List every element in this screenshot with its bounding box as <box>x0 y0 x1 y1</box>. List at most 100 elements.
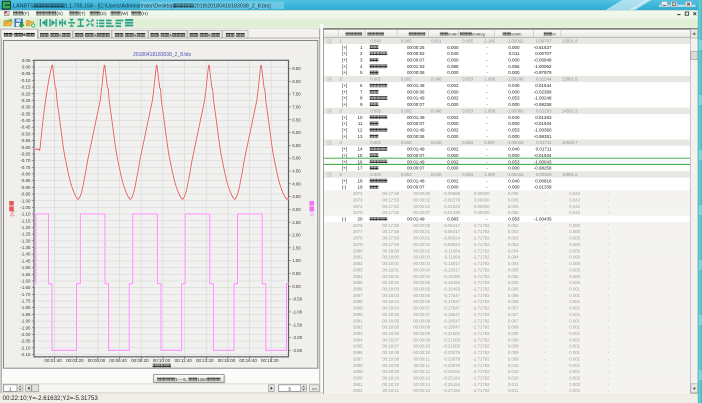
svg-text:2899: 2899 <box>353 369 363 374</box>
svg-text:0.000: 0.000 <box>508 134 520 139</box>
svg-text:0.01711: 0.01711 <box>536 140 552 145</box>
svg-text:-1.25: -1.25 <box>20 232 31 237</box>
svg-text:0.00818: 0.00818 <box>535 178 552 183</box>
svg-text:-2.71792: -2.71792 <box>473 312 491 317</box>
svg-text:-2.00: -2.00 <box>20 332 31 337</box>
svg-text:0.040: 0.040 <box>431 108 442 113</box>
svg-text:00:11:40: 00:11:40 <box>175 358 193 363</box>
svg-text:-0.23079: -0.23079 <box>443 350 461 355</box>
svg-text:0.002: 0.002 <box>447 115 459 120</box>
svg-text:2883: 2883 <box>353 267 363 272</box>
svg-text:-1.00043: -1.00043 <box>507 140 525 145</box>
svg-text:00:00:25: 00:00:25 <box>407 45 425 50</box>
svg-text:1.008: 1.008 <box>484 108 495 113</box>
svg-text:-0.50: -0.50 <box>292 297 303 302</box>
svg-text:-0.30: -0.30 <box>20 105 31 110</box>
svg-text:[+]: [+] <box>342 102 347 107</box>
svg-text:[-]: [-] <box>328 108 332 113</box>
svg-text:13: 13 <box>357 134 363 139</box>
svg-text:0.004: 0.004 <box>508 261 519 266</box>
svg-text:0.009: 0.009 <box>508 356 519 361</box>
svg-text:-2.71792: -2.71792 <box>473 337 491 342</box>
svg-text:1.1.705.158 - [C:\Users\Admini: 1.1.705.158 - [C:\Users\Administrator\De… <box>65 4 176 10</box>
svg-text:[-]: [-] <box>328 38 332 43</box>
svg-text:-0.98258: -0.98258 <box>534 166 552 171</box>
svg-text:00:10:00: 00:10:00 <box>153 358 171 363</box>
svg-text:-0.01934: -0.01934 <box>534 153 552 158</box>
svg-text:-1.00: -1.00 <box>292 309 303 314</box>
svg-text:0.011: 0.011 <box>508 388 519 393</box>
svg-text:-0.01023: -0.01023 <box>443 204 461 209</box>
svg-text:0.007: 0.007 <box>508 312 519 317</box>
svg-text:0.01711: 0.01711 <box>536 147 552 152</box>
svg-text:0.011: 0.011 <box>431 38 442 43</box>
svg-text:0.001: 0.001 <box>569 306 580 311</box>
svg-text:0.040: 0.040 <box>431 140 442 145</box>
svg-text:0.010: 0.010 <box>508 376 519 381</box>
svg-text:-0.25164: -0.25164 <box>443 376 461 381</box>
svg-text:-0.98351: -0.98351 <box>534 134 552 139</box>
svg-text:-0.08624: -0.08624 <box>443 236 461 241</box>
svg-text:00:01:49: 00:01:49 <box>407 127 425 132</box>
svg-text:-1.90: -1.90 <box>20 319 31 324</box>
svg-text:-1.45: -1.45 <box>20 258 31 263</box>
svg-text:0.009: 0.009 <box>508 344 519 349</box>
svg-text:00:17:50: 00:17:50 <box>382 197 399 202</box>
svg-text:[+]: [+] <box>342 45 347 50</box>
svg-text:0.002: 0.002 <box>569 382 580 387</box>
svg-text:00:18:11: 00:18:11 <box>383 388 400 393</box>
svg-text:0.042: 0.042 <box>569 204 580 209</box>
svg-text:-0.97979: -0.97979 <box>534 70 552 75</box>
svg-text:1----5,: 1----5, <box>175 377 187 382</box>
svg-text:-2.71792: -2.71792 <box>473 280 491 285</box>
svg-text:00:00:07: 00:00:07 <box>413 306 430 311</box>
svg-text:0.000: 0.000 <box>508 153 520 158</box>
svg-text:-0.00949: -0.00949 <box>534 58 552 63</box>
svg-text:11: 11 <box>358 121 363 126</box>
svg-text:0.008: 0.008 <box>508 331 519 336</box>
svg-text:-2.71792: -2.71792 <box>473 369 491 374</box>
svg-text:00:18:09: 00:18:09 <box>382 363 399 368</box>
svg-text:-0.35: -0.35 <box>20 111 31 116</box>
svg-text:0.005: 0.005 <box>508 204 519 209</box>
svg-text:0.00000: 0.00000 <box>474 197 490 202</box>
svg-text:10861.6: 10861.6 <box>562 172 578 177</box>
svg-text:-1.95: -1.95 <box>20 325 31 330</box>
svg-text:-2.71792: -2.71792 <box>473 325 491 330</box>
svg-text:-0.00688: -0.00688 <box>443 191 461 196</box>
svg-text:00:00:11: 00:00:11 <box>414 363 431 368</box>
svg-text:2880: 2880 <box>353 248 363 253</box>
svg-text:2881: 2881 <box>353 255 363 260</box>
svg-text:-0.15: -0.15 <box>20 85 31 90</box>
svg-text:-0.01339: -0.01339 <box>534 185 552 190</box>
svg-text:&: & <box>59 32 62 37</box>
svg-text:[+]: [+] <box>342 115 347 120</box>
svg-text:00:01:49: 00:01:49 <box>407 96 425 101</box>
svg-text:0.000: 0.000 <box>447 185 459 190</box>
svg-text:2018\20180418183038_2_8.bts]: 2018\20180418183038_2_8.bts] <box>194 4 271 10</box>
svg-text:19: 19 <box>357 185 363 190</box>
svg-text:-0.05: -0.05 <box>20 71 31 76</box>
svg-text:2885: 2885 <box>353 280 363 285</box>
svg-text:[-]: [-] <box>328 77 332 82</box>
svg-text:1.006: 1.006 <box>484 77 495 82</box>
svg-text:0.000: 0.000 <box>447 45 459 50</box>
svg-text:00:00:07: 00:00:07 <box>407 58 425 63</box>
svg-text:-2.71792: -2.71792 <box>473 242 491 247</box>
svg-text:5: 5 <box>288 386 291 392</box>
svg-text:00:01:48: 00:01:48 <box>407 83 425 88</box>
svg-text:0.003: 0.003 <box>508 242 519 247</box>
svg-text:0.001: 0.001 <box>569 325 580 330</box>
svg-text:7.00: 7.00 <box>292 104 301 109</box>
svg-text:14507.3: 14507.3 <box>562 108 578 113</box>
svg-text:0.055: 0.055 <box>508 64 520 69</box>
svg-text:-0.01339: -0.01339 <box>443 210 461 215</box>
svg-text:2.00: 2.00 <box>292 233 301 238</box>
svg-text:0.053: 0.053 <box>462 77 473 82</box>
svg-text:-0.18547: -0.18547 <box>443 318 461 323</box>
svg-text:-0.50: -0.50 <box>20 131 31 136</box>
svg-text:2892: 2892 <box>353 325 363 330</box>
svg-text:-0.90: -0.90 <box>20 185 31 190</box>
svg-text:00:00:02: 00:00:02 <box>413 242 430 247</box>
svg-text:00:18:01: 00:18:01 <box>382 261 399 266</box>
